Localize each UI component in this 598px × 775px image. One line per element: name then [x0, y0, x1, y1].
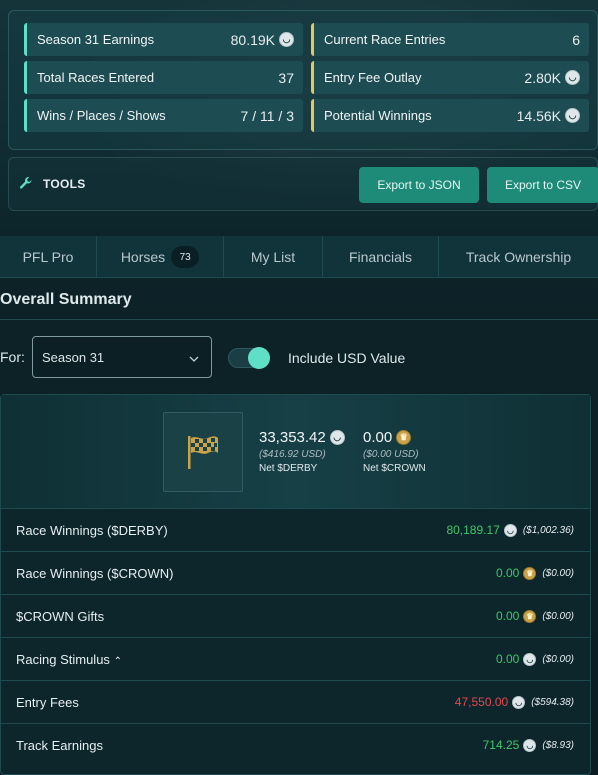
row-amount: 0.00	[495, 566, 520, 580]
summary-card: 33,353.42 ◡ ($416.92 USD) Net $DERBY 0.00…	[0, 394, 591, 775]
stat-season-earnings: Season 31 Earnings 80.19K ◡	[24, 23, 303, 56]
stat-value: 80.19K	[230, 31, 275, 48]
derby-coin-icon: ◡	[523, 738, 537, 752]
table-row: Race Winnings ($DERBY) 80,189.17 ◡ ($1,002…	[1, 508, 590, 551]
chevron-up-icon: ⌃	[113, 655, 122, 667]
stat-label: Current Race Entries	[324, 32, 446, 47]
net-derby-usd: ($416.92 USD)	[259, 449, 326, 460]
tab-track-ownership[interactable]: Track Ownership	[439, 236, 598, 278]
checkered-flag-icon	[163, 412, 243, 492]
include-usd-toggle[interactable]	[228, 347, 270, 369]
derby-coin-icon: ◡	[565, 108, 580, 123]
row-amount: 0.00	[495, 652, 520, 666]
wrench-icon	[19, 176, 37, 193]
row-amount: 47,550.00	[454, 695, 509, 709]
season-select[interactable]: Season 31	[32, 336, 212, 378]
derby-coin-icon: ◡	[512, 695, 526, 709]
stat-entry-fee-outlay: Entry Fee Outlay 2.80K ◡	[311, 61, 589, 94]
row-usd: ($0.00)	[542, 610, 574, 622]
stat-value: 6	[572, 31, 580, 48]
season-select-value: Season 31	[42, 349, 105, 365]
stat-potential-winnings: Potential Winnings 14.56K ◡	[311, 99, 589, 132]
row-usd: ($8.93)	[542, 739, 574, 751]
net-derby-value: 33,353.42	[259, 429, 326, 446]
table-row: Entry Fees 47,550.00 ◡ ($594.38)	[1, 680, 590, 723]
derby-coin-icon: ◡	[329, 430, 345, 445]
crown-coin-icon: ♛	[396, 430, 412, 445]
row-amount: 80,189.17	[446, 523, 500, 537]
chevron-down-icon	[189, 350, 199, 365]
row-usd: ($594.38)	[531, 696, 574, 708]
stat-label: Wins / Places / Shows	[37, 108, 166, 123]
stat-label: Total Races Entered	[37, 70, 155, 85]
net-crown: 0.00 ♛ ($0.00 USD) Net $CROWN	[363, 429, 426, 474]
stat-label: Entry Fee Outlay	[324, 70, 422, 85]
season-stats-panel: Season 31 Earnings 80.19K ◡ Total Races E…	[8, 10, 598, 150]
row-usd: ($0.00)	[542, 567, 574, 579]
export-csv-button[interactable]: Export to CSV	[487, 167, 598, 203]
net-derby: 33,353.42 ◡ ($416.92 USD) Net $DERBY	[259, 429, 345, 474]
stat-value: 7 / 11 / 3	[240, 107, 294, 124]
horses-count-badge: 73	[171, 246, 200, 268]
derby-coin-icon: ◡	[523, 652, 537, 666]
row-label: Entry Fees	[16, 694, 79, 710]
row-label: Race Winnings ($CROWN)	[16, 565, 174, 581]
table-row: $CROWN Gifts 0.00 ♛ ($0.00)	[1, 594, 590, 637]
tab-label: Financials	[348, 249, 413, 265]
row-label: Racing Stimulus	[16, 651, 110, 667]
stat-value: 37	[278, 69, 294, 86]
include-usd-label: Include USD Value	[288, 350, 406, 366]
net-derby-caption: Net $DERBY	[259, 463, 318, 474]
table-row: Track Earnings 714.25 ◡ ($8.93)	[1, 723, 590, 766]
table-row[interactable]: Racing Stimulus ⌃ 0.00 ◡ ($0.00)	[1, 637, 590, 680]
row-amount: 714.25	[482, 738, 520, 752]
row-usd: ($1,002.36)	[522, 524, 574, 536]
page-title: Overall Summary	[0, 291, 132, 308]
stat-total-races: Total Races Entered 37	[24, 61, 303, 94]
row-amount: 0.00	[495, 609, 520, 623]
tab-financials[interactable]: Financials	[323, 236, 439, 278]
net-crown-usd: ($0.00 USD)	[363, 449, 419, 460]
tools-label: TOOLS	[43, 177, 86, 191]
table-row: Race Winnings ($CROWN) 0.00 ♛ ($0.00)	[1, 551, 590, 594]
tab-label: PFL Pro	[22, 249, 74, 265]
for-label: For:	[0, 349, 25, 365]
stat-label: Potential Winnings	[324, 108, 432, 123]
tab-label: Horses	[120, 249, 166, 265]
derby-coin-icon: ◡	[503, 523, 517, 537]
derby-coin-icon: ◡	[565, 70, 580, 85]
divider	[0, 319, 598, 320]
tab-pfl-pro[interactable]: PFL Pro	[0, 236, 97, 278]
tab-label: Track Ownership	[465, 249, 572, 265]
net-crown-value: 0.00	[363, 429, 393, 446]
main-tabs: PFL Pro Horses 73 My List Financials Trac…	[0, 236, 598, 278]
stat-label: Season 31 Earnings	[37, 32, 155, 47]
net-crown-caption: Net $CROWN	[363, 463, 426, 474]
stat-wins-places-shows: Wins / Places / Shows 7 / 11 / 3	[24, 99, 303, 132]
tools-bar: TOOLS Export to JSON Export to CSV	[8, 157, 598, 211]
tab-label: My List	[250, 249, 296, 265]
derby-coin-icon: ◡	[279, 32, 294, 47]
tab-horses[interactable]: Horses 73	[97, 236, 224, 278]
net-summary-header: 33,353.42 ◡ ($416.92 USD) Net $DERBY 0.00…	[1, 395, 590, 508]
row-label: Race Winnings ($DERBY)	[16, 522, 168, 538]
toggle-knob	[248, 347, 270, 369]
row-label: Track Earnings	[16, 737, 103, 753]
stat-current-race-entries: Current Race Entries 6	[311, 23, 589, 56]
stat-value: 2.80K	[524, 69, 561, 86]
row-usd: ($0.00)	[542, 653, 574, 665]
crown-coin-icon: ♛	[523, 566, 537, 580]
stat-value: 14.56K	[516, 107, 561, 124]
crown-coin-icon: ♛	[523, 609, 537, 623]
tab-my-list[interactable]: My List	[224, 236, 323, 278]
row-label: $CROWN Gifts	[16, 608, 105, 624]
export-json-button[interactable]: Export to JSON	[359, 167, 479, 203]
